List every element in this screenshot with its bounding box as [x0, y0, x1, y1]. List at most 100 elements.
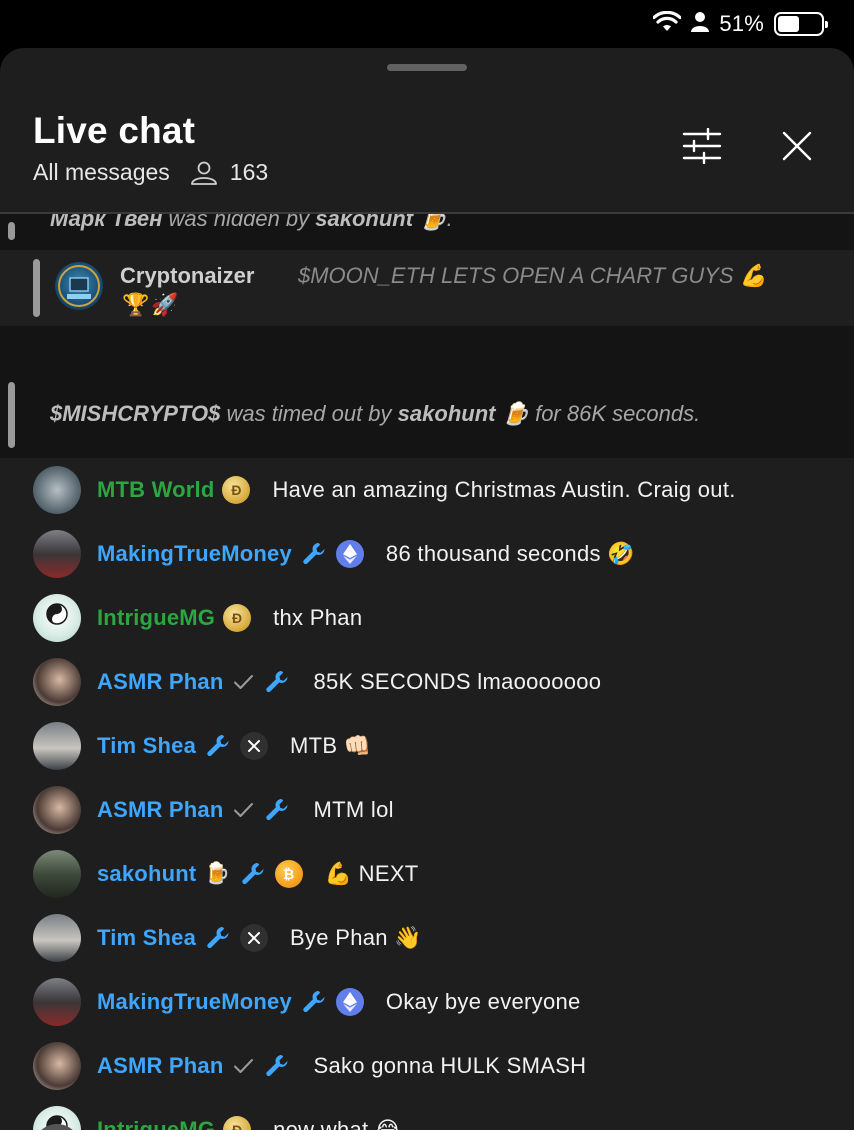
message-line: Tim Shea MTB 👊🏻 — [97, 731, 371, 761]
coin-badge-icon: Ð — [223, 604, 252, 632]
battery-percent: 51% — [719, 11, 764, 36]
viewer-count: 163 — [229, 159, 269, 185]
chat-message[interactable]: ASMR Phan 85K SECONDS lmaooooooo — [0, 650, 854, 714]
chat-message[interactable]: MakingTrueMoney 86 thousand seconds 🤣 — [0, 522, 854, 586]
message-line: IntrigueMG Ðnow what 😂 — [97, 1115, 401, 1130]
message-author[interactable]: Tim Shea — [97, 925, 196, 951]
verified-check-icon — [231, 670, 255, 694]
message-text: Sako gonna HULK SMASH — [313, 1053, 587, 1078]
coin-badge-icon: Ð — [223, 1116, 252, 1130]
moderator-wrench-icon — [204, 732, 232, 760]
message-text: Have an amazing Christmas Austin. Craig … — [272, 477, 736, 502]
message-text: MTM lol — [313, 797, 394, 822]
verified-check-icon — [231, 798, 255, 822]
chat-message-list[interactable]: Марк Твен was hidden by sakohunt 🍺. Cryp… — [0, 214, 854, 1130]
message-line: ASMR Phan MTM lol — [97, 795, 394, 825]
avatar[interactable] — [55, 262, 103, 310]
system-message: $MISHCRYPTO$ was timed out by sakohunt 🍺… — [0, 326, 854, 458]
message-author[interactable]: IntrigueMG — [97, 605, 215, 631]
chat-message[interactable]: MakingTrueMoney Okay bye everyone — [0, 970, 854, 1034]
pinned-message-emojis: 🏆🚀 — [122, 292, 181, 317]
live-chat-sheet: Live chat All messages 163 Марк Твен was… — [0, 48, 854, 1130]
message-line: sakohunt 🍺 ₿ 💪 NEXT — [97, 859, 419, 889]
battery-fill — [778, 16, 800, 32]
system-message-moderator[interactable]: sakohunt — [398, 401, 496, 426]
avatar[interactable] — [33, 786, 81, 834]
ethereum-badge-icon — [335, 988, 364, 1016]
message-text: Okay bye everyone — [385, 989, 581, 1014]
moderator-wrench-icon — [263, 1052, 291, 1080]
system-message: Марк Твен was hidden by sakohunt 🍺. — [0, 214, 854, 250]
ethereum-badge-icon — [335, 540, 364, 568]
chat-message[interactable]: MTB World Ð Have an amazing Christmas Aust… — [0, 458, 854, 522]
chat-message[interactable]: ASMR Phan Sako gonna HULK SMASH — [0, 1034, 854, 1098]
message-author[interactable]: sakohunt — [97, 861, 196, 887]
message-author[interactable]: ASMR Phan — [97, 669, 223, 695]
message-line: MakingTrueMoney Okay bye everyone — [97, 987, 581, 1017]
message-text: 85K SECONDS lmaooooooo — [313, 669, 602, 694]
message-text: 86 thousand seconds 🤣 — [385, 541, 635, 566]
chat-message[interactable]: sakohunt 🍺 ₿ 💪 NEXT — [0, 842, 854, 906]
chat-header: Live chat All messages 163 — [0, 48, 854, 212]
message-author[interactable]: IntrigueMG — [97, 1117, 215, 1130]
pinned-message-text: $MOON_ETH LETS OPEN A CHART GUYS 💪 — [298, 263, 768, 288]
person-icon — [691, 11, 710, 38]
message-line: IntrigueMG Ðthx Phan — [97, 603, 362, 633]
x-badge-icon — [240, 732, 269, 760]
pinned-message-author[interactable]: Cryptonaizer — [120, 263, 254, 289]
message-line: ASMR Phan 85K SECONDS lmaooooooo — [97, 667, 601, 697]
message-author[interactable]: MTB World — [97, 477, 214, 503]
message-text: MTB 👊🏻 — [290, 733, 372, 758]
verified-check-icon — [231, 1054, 255, 1078]
avatar[interactable] — [33, 530, 81, 578]
message-author[interactable]: MakingTrueMoney — [97, 541, 292, 567]
message-text: 💪 NEXT — [324, 861, 419, 886]
message-line: MTB World Ð Have an amazing Christmas Aust… — [97, 475, 736, 505]
message-text: now what 😂 — [273, 1117, 401, 1130]
message-author[interactable]: ASMR Phan — [97, 797, 223, 823]
wifi-icon — [652, 10, 682, 38]
chat-message[interactable]: ASMR Phan MTM lol — [0, 778, 854, 842]
viewers-icon — [190, 161, 218, 185]
avatar[interactable] — [33, 466, 81, 514]
moderator-wrench-icon — [239, 860, 267, 888]
chat-message[interactable]: Tim Shea MTB 👊🏻 — [0, 714, 854, 778]
moderator-wrench-icon — [300, 540, 328, 568]
chat-subtitle: All messages 163 — [33, 159, 268, 186]
message-author[interactable]: Tim Shea — [97, 733, 196, 759]
filter-settings-button[interactable] — [680, 126, 724, 170]
system-message-moderator[interactable]: sakohunt — [315, 214, 413, 231]
bitcoin-badge-icon: ₿ — [274, 860, 303, 888]
pinned-message[interactable]: Cryptonaizer $MOON_ETH LETS OPEN A CHART… — [0, 250, 854, 324]
avatar[interactable] — [33, 658, 81, 706]
message-line: Tim Shea Bye Phan 👋 — [97, 923, 422, 953]
beer-badge-icon: 🍺 — [204, 862, 231, 885]
avatar[interactable] — [33, 1042, 81, 1090]
message-author[interactable]: ASMR Phan — [97, 1053, 223, 1079]
message-line: MakingTrueMoney 86 thousand seconds 🤣 — [97, 539, 635, 569]
avatar[interactable] — [33, 850, 81, 898]
sliders-icon — [682, 127, 722, 169]
x-badge-icon — [240, 924, 269, 952]
chat-title: Live chat — [33, 110, 196, 151]
avatar[interactable] — [33, 722, 81, 770]
avatar[interactable] — [33, 594, 81, 642]
chat-message[interactable]: IntrigueMG Ðthx Phan — [0, 586, 854, 650]
message-line: ASMR Phan Sako gonna HULK SMASH — [97, 1051, 586, 1081]
moderator-wrench-icon — [204, 924, 232, 952]
status-bar: 51% — [0, 0, 854, 48]
message-text: thx Phan — [273, 605, 363, 630]
coin-badge-icon: Ð — [222, 476, 251, 504]
avatar[interactable] — [33, 914, 81, 962]
system-message-user[interactable]: Марк Твен — [50, 214, 162, 231]
chat-message[interactable]: IntrigueMG Ðnow what 😂 — [0, 1098, 854, 1130]
filter-label[interactable]: All messages — [33, 159, 170, 186]
close-button[interactable] — [775, 126, 819, 170]
avatar[interactable] — [33, 978, 81, 1026]
system-message-user[interactable]: $MISHCRYPTO$ — [50, 401, 220, 426]
chat-message[interactable]: Tim Shea Bye Phan 👋 — [0, 906, 854, 970]
message-author[interactable]: MakingTrueMoney — [97, 989, 292, 1015]
close-icon — [781, 130, 813, 167]
moderator-wrench-icon — [263, 796, 291, 824]
moderator-wrench-icon — [263, 668, 291, 696]
